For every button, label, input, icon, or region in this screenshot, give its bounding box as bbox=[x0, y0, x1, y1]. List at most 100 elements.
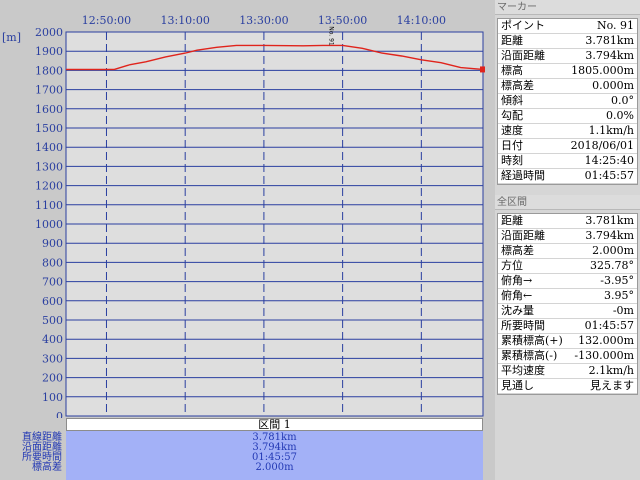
marker-info-row-label: 日付 bbox=[501, 139, 523, 152]
marker-info-row-value: 0.0% bbox=[606, 109, 634, 122]
y-tick-label: 1000 bbox=[35, 218, 63, 231]
total-panel-title: 全区間 bbox=[495, 195, 640, 210]
y-tick-label: 700 bbox=[42, 276, 63, 289]
section-labels: 直線距離 沿面距離 所要時間 標高差 bbox=[0, 431, 64, 480]
x-tick-label: 12:50:00 bbox=[82, 14, 131, 27]
marker-info-row: 経過時間 01:45:57 bbox=[498, 169, 637, 184]
y-tick-label: 1800 bbox=[35, 64, 63, 77]
x-tick-label: 13:30:00 bbox=[239, 14, 288, 27]
marker-info-row-value: 1.1km/h bbox=[588, 124, 634, 137]
marker-info-row-label: 速度 bbox=[501, 124, 523, 137]
marker-info-row: 速度 1.1km/h bbox=[498, 124, 637, 139]
marker-info-row-value: 0.000m bbox=[592, 79, 634, 92]
marker-info-row-label: 時刻 bbox=[501, 154, 523, 167]
x-tick-label: 14:10:00 bbox=[397, 14, 446, 27]
y-tick-label: 2000 bbox=[35, 26, 63, 39]
elevation-profile-chart[interactable]: 0 100 200 300 400 500 600 700 800 900 1000 1100 1200… bbox=[0, 0, 492, 418]
total-info-row-value: -3.95° bbox=[600, 274, 634, 287]
total-info-row-value: 見えます bbox=[590, 379, 634, 392]
total-info-row-label: 標高差 bbox=[501, 244, 534, 257]
total-info-row: 俯角→ -3.95° bbox=[498, 274, 637, 289]
total-info-row: 方位 325.78° bbox=[498, 259, 637, 274]
marker-info-row-label: 勾配 bbox=[501, 109, 523, 122]
x-tick-label: 13:10:00 bbox=[160, 14, 209, 27]
total-info-row: 所要時間 01:45:57 bbox=[498, 319, 637, 334]
y-tick-label: 0 bbox=[56, 410, 63, 418]
current-marker-point[interactable] bbox=[480, 66, 485, 73]
marker-info-row-value: 0.0° bbox=[611, 94, 634, 107]
marker-info-row-label: 傾斜 bbox=[501, 94, 523, 107]
total-info-row-value: -130.000m bbox=[574, 349, 634, 362]
total-info-row-label: 累積標高(+) bbox=[501, 334, 563, 347]
marker-info-row-label: 経過時間 bbox=[501, 169, 545, 182]
total-info-row-label: 俯角→ bbox=[501, 274, 533, 287]
total-info-row-value: 325.78° bbox=[590, 259, 634, 272]
elevation-chart-panel[interactable]: 0 100 200 300 400 500 600 700 800 900 1000 1100 1200… bbox=[0, 0, 492, 480]
total-info-row: 俯角← 3.95° bbox=[498, 289, 637, 304]
marker-info-row-label: 沿面距離 bbox=[501, 49, 545, 62]
marker-info-row: ポイント No. 91 bbox=[498, 19, 637, 34]
y-tick-label: 1500 bbox=[35, 122, 63, 135]
marker-table: ポイント No. 91 距離 3.781km 沿面距離 3.794km 標高 1805.000… bbox=[497, 18, 638, 185]
y-tick-label: 1300 bbox=[35, 160, 63, 173]
total-info-row: 累積標高(-) -130.000m bbox=[498, 349, 637, 364]
total-info-row-value: 3.781km bbox=[585, 214, 634, 227]
total-info-row-label: 俯角← bbox=[501, 289, 533, 302]
marker-info-row-label: 標高差 bbox=[501, 79, 534, 92]
marker-label: No. 91 bbox=[328, 26, 335, 46]
total-info-row: 距離 3.781km bbox=[498, 214, 637, 229]
total-info-row: 見通し 見えます bbox=[498, 379, 637, 394]
marker-info-row-label: 距離 bbox=[501, 34, 523, 47]
marker-info-row: 勾配 0.0% bbox=[498, 109, 637, 124]
total-info-row-value: 2.1km/h bbox=[588, 364, 634, 377]
marker-info-row: 標高差 0.000m bbox=[498, 79, 637, 94]
marker-info-row: 時刻 14:25:40 bbox=[498, 154, 637, 169]
total-info-row-label: 距離 bbox=[501, 214, 523, 227]
marker-info-row-value: 2018/06/01 bbox=[570, 139, 634, 152]
marker-info-row-value: 1805.000m bbox=[571, 64, 634, 77]
total-info-row-label: 沈み量 bbox=[501, 304, 534, 317]
info-panel: マーカー ポイント No. 91 距離 3.781km 沿面距離 3.794km 標高 180… bbox=[495, 0, 640, 480]
marker-info-row-label: 標高 bbox=[501, 64, 523, 77]
section-body[interactable]: 3.781km 3.794km 01:45:57 2.000m bbox=[66, 431, 483, 480]
total-info-row-label: 平均速度 bbox=[501, 364, 545, 377]
section-label-elevation-diff: 標高差 bbox=[32, 462, 62, 473]
marker-info-row: 標高 1805.000m bbox=[498, 64, 637, 79]
marker-info-row-label: ポイント bbox=[501, 19, 545, 32]
y-tick-label: 1400 bbox=[35, 141, 63, 154]
marker-info-row: 日付 2018/06/01 bbox=[498, 139, 637, 154]
total-info-row-label: 見通し bbox=[501, 379, 534, 392]
section-value-elevation-diff: 2.000m bbox=[255, 462, 294, 473]
total-info-row-value: 3.95° bbox=[604, 289, 634, 302]
y-tick-label: 800 bbox=[42, 256, 63, 269]
marker-info-row-value: 3.781km bbox=[585, 34, 634, 47]
total-info-row: 沈み量 -0m bbox=[498, 304, 637, 319]
total-info-row-value: 2.000m bbox=[592, 244, 634, 257]
y-tick-label: 1900 bbox=[35, 45, 63, 58]
total-info-row: 平均速度 2.1km/h bbox=[498, 364, 637, 379]
section-header[interactable]: 区間 1 bbox=[66, 418, 483, 431]
total-info-row: 累積標高(+) 132.000m bbox=[498, 334, 637, 349]
total-info-row-label: 累積標高(-) bbox=[501, 349, 558, 362]
y-tick-label: 1100 bbox=[35, 199, 63, 212]
total-info-row-value: 01:45:57 bbox=[584, 319, 634, 332]
y-tick-label: 300 bbox=[42, 352, 63, 365]
y-tick-label: 1200 bbox=[35, 180, 63, 193]
marker-info-row-value: 3.794km bbox=[585, 49, 634, 62]
total-info-row-value: -0m bbox=[612, 304, 634, 317]
marker-info-row: 距離 3.781km bbox=[498, 34, 637, 49]
marker-info-row-value: 01:45:57 bbox=[584, 169, 634, 182]
total-info-row-label: 沿面距離 bbox=[501, 229, 545, 242]
y-tick-label: 400 bbox=[42, 333, 63, 346]
total-info-row-value: 132.000m bbox=[578, 334, 634, 347]
y-tick-label: 100 bbox=[42, 391, 63, 404]
marker-info-row: 傾斜 0.0° bbox=[498, 94, 637, 109]
total-info-row-label: 方位 bbox=[501, 259, 523, 272]
marker-panel-title: マーカー bbox=[495, 0, 640, 15]
total-section-table: 距離 3.781km 沿面距離 3.794km 標高差 2.000m 方位 325.78° 俯角… bbox=[497, 213, 638, 395]
y-tick-label: 200 bbox=[42, 372, 63, 385]
y-axis-label: [m] bbox=[2, 31, 21, 44]
marker-info-row-value: 14:25:40 bbox=[584, 154, 634, 167]
marker-info-row: 沿面距離 3.794km bbox=[498, 49, 637, 64]
y-tick-label: 600 bbox=[42, 295, 63, 308]
